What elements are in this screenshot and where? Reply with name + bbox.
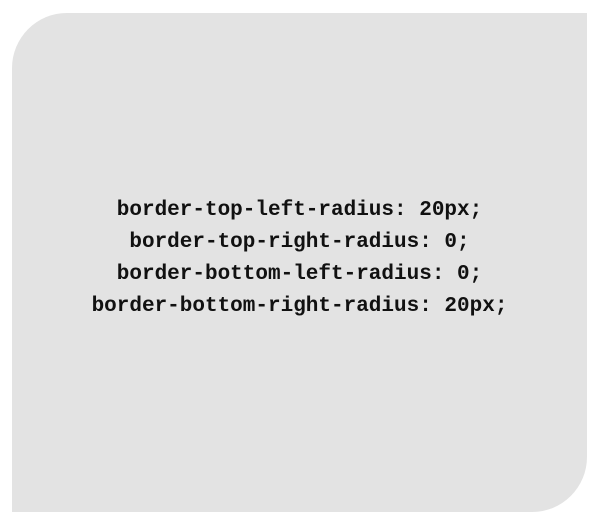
code-line-bottom-left-radius: border-bottom-left-radius: 0; xyxy=(116,262,483,286)
code-line-top-right-radius: border-top-right-radius: 0; xyxy=(129,230,470,254)
rounded-corner-demo-box: border-top-left-radius: 20px; border-top… xyxy=(12,13,587,512)
code-line-bottom-right-radius: border-bottom-right-radius: 20px; xyxy=(91,294,508,318)
css-code-block: border-top-left-radius: 20px; border-top… xyxy=(92,195,508,323)
stage: border-top-left-radius: 20px; border-top… xyxy=(0,0,599,525)
code-line-top-left-radius: border-top-left-radius: 20px; xyxy=(116,198,483,222)
